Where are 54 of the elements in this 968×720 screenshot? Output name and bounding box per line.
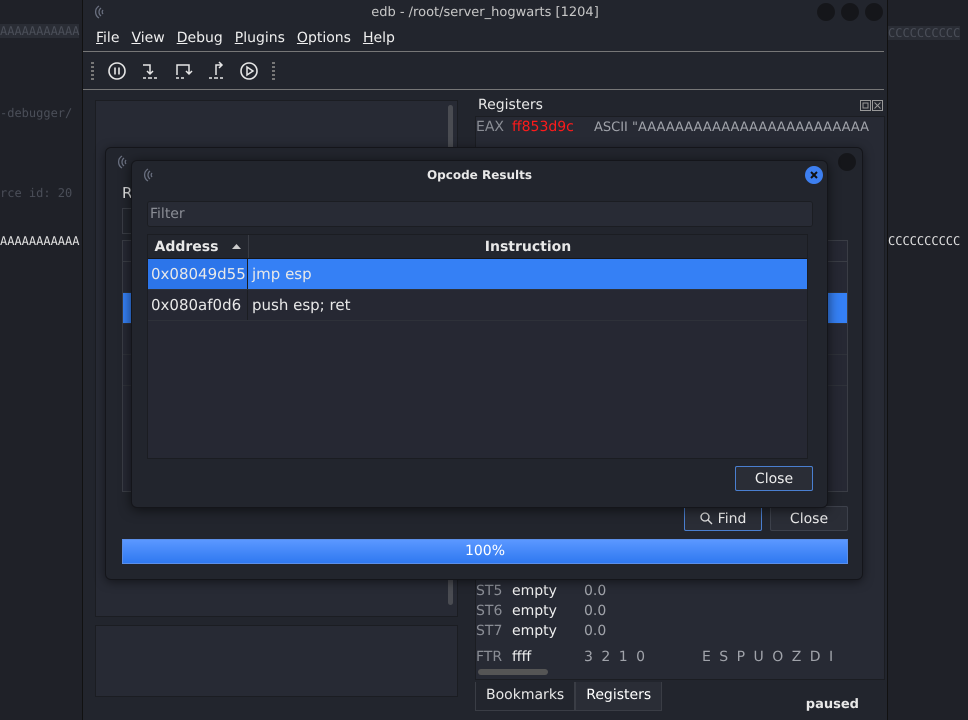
register-tag: empty [512,603,584,619]
terminal-text: CCCCCCCCCC [888,234,960,248]
table-cell: 0x08049d55 [148,259,248,289]
register-name: FTR [476,649,504,665]
register-value: 0.0 [584,623,606,639]
dialog-title: Opcode Results [426,168,532,182]
menu-item[interactable]: Help [362,30,396,46]
float-icon[interactable] [860,100,871,110]
close-button[interactable]: Close [770,506,848,531]
menu-item[interactable]: File [95,30,120,46]
toolbar-grip [272,62,275,80]
register-tag: empty [512,583,584,599]
register-value: ffff [512,649,532,665]
register-name: ST7 [476,623,504,639]
progress-text: 100% [464,543,506,559]
menu-item[interactable]: View [130,30,166,46]
column-header[interactable]: Address [148,235,249,258]
register-name: ST5 [476,583,504,599]
dock-tab[interactable]: Bookmarks [475,682,576,711]
toolbar-grip [91,62,94,80]
column-header[interactable]: Instruction [249,235,807,258]
register-name: EAX [476,119,506,135]
filter-field[interactable]: Filter [147,201,813,227]
register-value: 0.0 [584,603,606,619]
dock-tab[interactable]: Registers [575,682,662,711]
table-cell: 0x080af0d6 [148,290,248,320]
pause-icon[interactable] [107,60,127,80]
menu-item[interactable]: Plugins [234,30,286,46]
scrollbar-thumb[interactable] [478,669,548,675]
step-out-icon[interactable] [206,60,226,80]
search-icon [700,512,713,525]
menu-item[interactable]: Options [296,30,352,46]
register-name: ST6 [476,603,504,619]
table-cell-text: push esp; ret [251,296,350,314]
register-tag: empty [512,623,584,639]
register-value: 0.0 [584,583,606,599]
register-bits: 3 2 1 0 [584,649,648,665]
register-value: ff853d9c [512,119,575,135]
terminal-text: AAAAAAAAAAA [0,234,80,248]
find-button[interactable]: Find [684,506,762,531]
menu-item[interactable]: Debug [176,30,224,46]
close-button[interactable]: Close [735,466,813,491]
status-text: paused [806,697,859,712]
close-icon[interactable] [805,166,823,184]
table-row[interactable]: 0x08049d55 jmp esp [148,259,807,290]
close-icon[interactable] [872,100,883,110]
table-cell-text: jmp esp [250,265,312,283]
table-row[interactable]: 0x080af0d6 push esp; ret [148,290,807,321]
dock-title: Registers [477,97,543,113]
register-comment: ASCII "AAAAAAAAAAAAAAAAAAAAAAAAA [594,120,870,134]
field-label: R [122,184,134,204]
window-title: edb - /root/server_hogwarts [1204] [371,4,599,20]
register-flags: E S P U O Z D I [702,649,836,665]
play-icon[interactable] [239,60,259,80]
